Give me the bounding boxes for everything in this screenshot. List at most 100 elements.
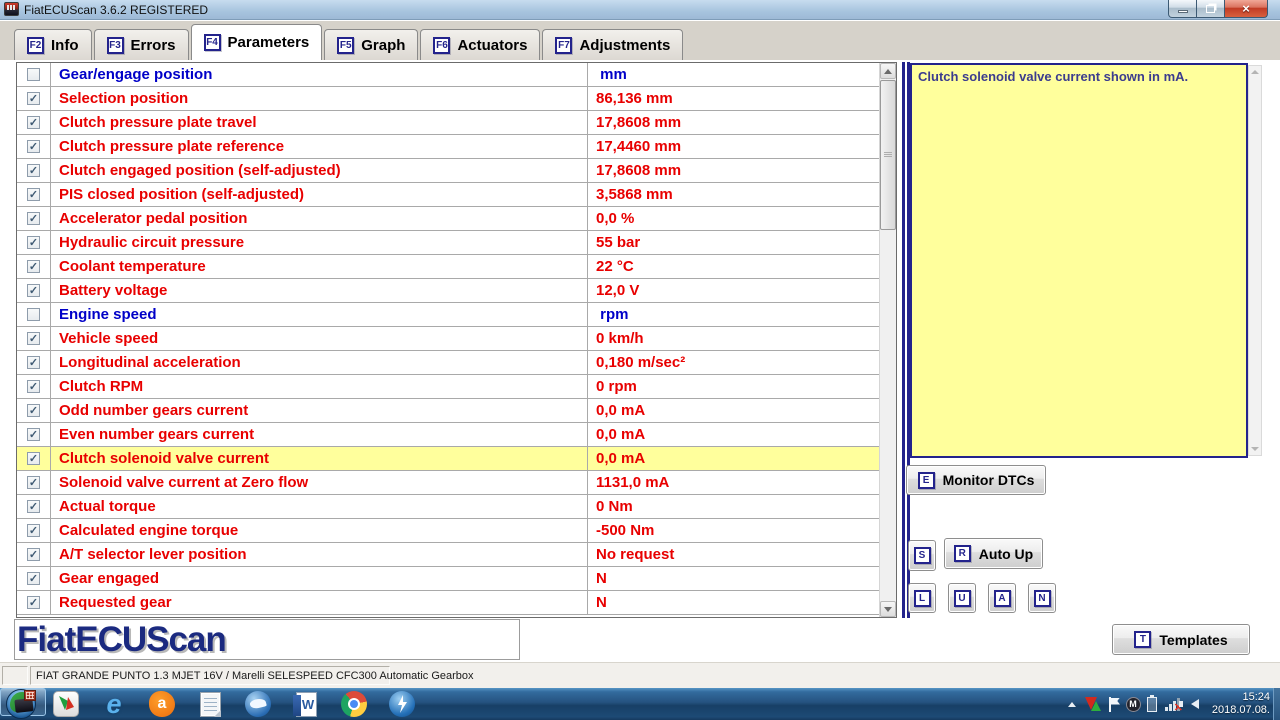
parameter-value: 3,5868 mm bbox=[596, 186, 673, 203]
tray-action-center[interactable] bbox=[1106, 690, 1122, 718]
tab[interactable]: F7 Adjustments bbox=[542, 29, 684, 60]
close-button[interactable]: × bbox=[1224, 0, 1268, 18]
table-row[interactable]: Selection position 86,136 mm bbox=[17, 87, 879, 111]
row-checkbox[interactable] bbox=[27, 92, 40, 105]
row-checkbox[interactable] bbox=[27, 164, 40, 177]
taskbar-item-avast[interactable]: a bbox=[142, 690, 182, 718]
table-row[interactable]: Actual torque 0 Nm bbox=[17, 495, 879, 519]
table-row[interactable]: PIS closed position (self-adjusted) 3,58… bbox=[17, 183, 879, 207]
taskbar-item-chrome[interactable] bbox=[334, 690, 374, 718]
table-row[interactable]: Clutch RPM 0 rpm bbox=[17, 375, 879, 399]
taskbar-clock[interactable]: 15:24 2018.07.08. bbox=[1200, 691, 1270, 717]
taskbar-item-word[interactable]: W bbox=[286, 690, 326, 718]
row-checkbox[interactable] bbox=[27, 68, 40, 81]
templates-button[interactable]: T Templates bbox=[1112, 624, 1250, 655]
scrollbar-thumb[interactable] bbox=[880, 80, 896, 230]
taskbar-item-thunderbird[interactable] bbox=[238, 690, 278, 718]
monitor-dtcs-button[interactable]: E Monitor DTCs bbox=[906, 465, 1046, 495]
info-scroll-up-icon[interactable] bbox=[1250, 67, 1260, 77]
gear-key-button[interactable]: A bbox=[988, 583, 1016, 613]
parameter-value: 0,0 mA bbox=[596, 402, 646, 419]
row-checkbox[interactable] bbox=[27, 140, 40, 153]
table-row[interactable]: Gear/engage position mm bbox=[17, 63, 879, 87]
parameter-name: Even number gears current bbox=[51, 423, 588, 446]
minimize-button[interactable] bbox=[1168, 0, 1197, 18]
tab-bar: F2 Info F3 Errors F4 Parameters F5 Graph… bbox=[0, 21, 1280, 60]
table-row[interactable]: Odd number gears current 0,0 mA bbox=[17, 399, 879, 423]
row-checkbox[interactable] bbox=[27, 572, 40, 585]
table-row[interactable]: Coolant temperature 22 °C bbox=[17, 255, 879, 279]
table-row[interactable]: Clutch solenoid valve current 0,0 mA bbox=[17, 447, 879, 471]
row-checkbox[interactable] bbox=[27, 356, 40, 369]
row-checkbox[interactable] bbox=[27, 428, 40, 441]
tab[interactable]: F5 Graph bbox=[324, 29, 419, 60]
checkbox-cell bbox=[17, 471, 51, 494]
table-row[interactable]: Clutch engaged position (self-adjusted) … bbox=[17, 159, 879, 183]
table-row[interactable]: Battery voltage 12,0 V bbox=[17, 279, 879, 303]
table-row[interactable]: Solenoid valve current at Zero flow 1131… bbox=[17, 471, 879, 495]
parameter-value: No request bbox=[596, 546, 675, 563]
row-checkbox[interactable] bbox=[27, 212, 40, 225]
row-checkbox[interactable] bbox=[27, 284, 40, 297]
tab[interactable]: F3 Errors bbox=[93, 29, 189, 60]
table-row[interactable]: Clutch pressure plate reference 17,4460 … bbox=[17, 135, 879, 159]
row-checkbox[interactable] bbox=[27, 596, 40, 609]
checkbox-cell bbox=[17, 63, 51, 86]
table-row[interactable]: Accelerator pedal position 0,0 % bbox=[17, 207, 879, 231]
fiatecuscan-icon bbox=[10, 690, 36, 714]
clock-date: 2018.07.08. bbox=[1211, 704, 1270, 716]
row-checkbox[interactable] bbox=[27, 188, 40, 201]
tab[interactable]: F4 Parameters bbox=[190, 24, 323, 60]
table-row[interactable]: A/T selector lever position No request bbox=[17, 543, 879, 567]
row-checkbox[interactable] bbox=[27, 548, 40, 561]
tray-avg[interactable] bbox=[1084, 690, 1102, 718]
row-checkbox[interactable] bbox=[27, 332, 40, 345]
row-checkbox[interactable] bbox=[27, 404, 40, 417]
taskbar-item-internet-explorer[interactable]: e bbox=[94, 690, 134, 718]
parameter-name: Selection position bbox=[51, 87, 588, 110]
table-row[interactable]: Calculated engine torque -500 Nm bbox=[17, 519, 879, 543]
taskbar-item-notepad[interactable] bbox=[190, 690, 230, 718]
function-key-badge: F4 bbox=[203, 34, 221, 51]
s-button[interactable]: S bbox=[908, 540, 936, 571]
table-row[interactable]: Engine speed rpm bbox=[17, 303, 879, 327]
checkbox-cell bbox=[17, 495, 51, 518]
table-scrollbar[interactable] bbox=[879, 63, 896, 617]
row-checkbox[interactable] bbox=[27, 260, 40, 273]
row-checkbox[interactable] bbox=[27, 236, 40, 249]
table-row[interactable]: Requested gear N bbox=[17, 591, 879, 615]
table-row[interactable]: Gear engaged N bbox=[17, 567, 879, 591]
show-desktop-button[interactable] bbox=[1273, 688, 1280, 720]
show-hidden-icons-button[interactable] bbox=[1064, 690, 1080, 718]
row-checkbox[interactable] bbox=[27, 308, 40, 321]
table-row[interactable]: Clutch pressure plate travel 17,8608 mm bbox=[17, 111, 879, 135]
row-checkbox[interactable] bbox=[27, 380, 40, 393]
table-row[interactable]: Hydraulic circuit pressure 55 bar bbox=[17, 231, 879, 255]
tray-battery[interactable] bbox=[1144, 690, 1160, 718]
templates-label: Templates bbox=[1159, 631, 1228, 648]
taskbar-item-daemon-tools[interactable] bbox=[382, 690, 422, 718]
table-row[interactable]: Longitudinal acceleration 0,180 m/sec² bbox=[17, 351, 879, 375]
tray-m-app[interactable]: M bbox=[1124, 690, 1142, 718]
table-row[interactable]: Vehicle speed 0 km/h bbox=[17, 327, 879, 351]
maximize-restore-button[interactable] bbox=[1197, 0, 1224, 18]
scroll-up-icon[interactable] bbox=[880, 63, 896, 79]
info-scrollbar[interactable] bbox=[1248, 65, 1262, 456]
row-checkbox[interactable] bbox=[27, 116, 40, 129]
daemon-tools-icon bbox=[389, 691, 415, 717]
row-checkbox[interactable] bbox=[27, 524, 40, 537]
row-checkbox[interactable] bbox=[27, 452, 40, 465]
gear-key-button[interactable]: N bbox=[1028, 583, 1056, 613]
row-checkbox[interactable] bbox=[27, 476, 40, 489]
gear-key-button[interactable]: L bbox=[908, 583, 936, 613]
tab[interactable]: F2 Info bbox=[14, 29, 92, 60]
info-scroll-down-icon[interactable] bbox=[1250, 444, 1260, 454]
scroll-down-icon[interactable] bbox=[880, 601, 896, 617]
panel-separator bbox=[902, 62, 910, 618]
auto-up-button[interactable]: R Auto Up bbox=[944, 538, 1043, 569]
gear-key-button[interactable]: U bbox=[948, 583, 976, 613]
table-row[interactable]: Even number gears current 0,0 mA bbox=[17, 423, 879, 447]
tab[interactable]: F6 Actuators bbox=[420, 29, 541, 60]
row-checkbox[interactable] bbox=[27, 500, 40, 513]
taskbar-item-idm[interactable] bbox=[46, 690, 86, 718]
